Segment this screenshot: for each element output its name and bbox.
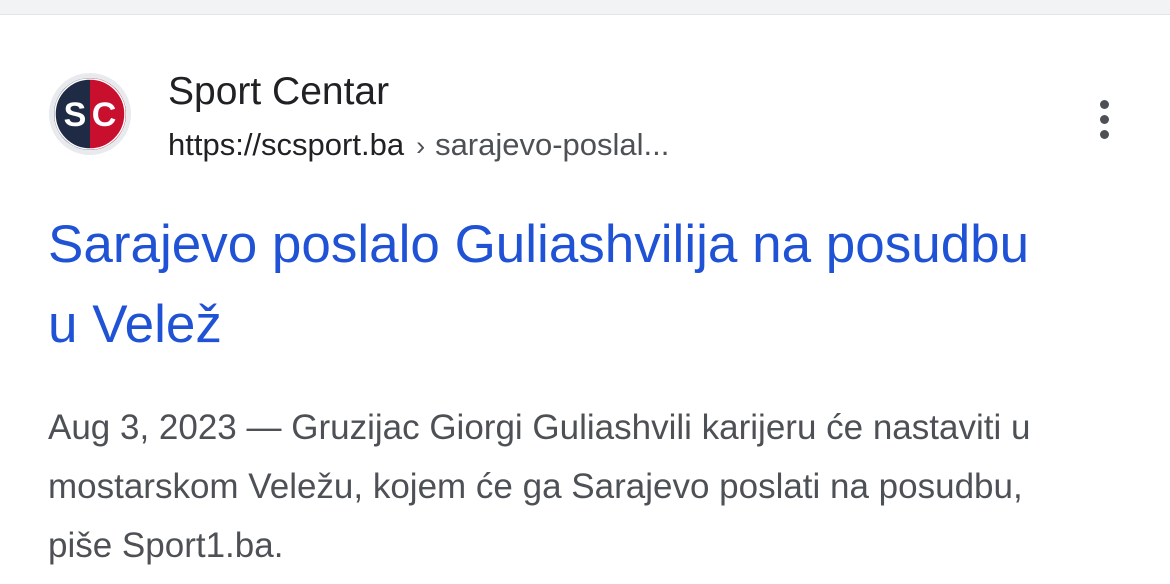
search-result: S C Sport Centar https://scsport.ba › sara…	[0, 15, 1170, 584]
breadcrumb-chevron-icon: ›	[416, 131, 426, 161]
url-domain: https://scsport.ba	[168, 127, 405, 162]
favicon-letter-s: S	[64, 96, 87, 134]
site-favicon[interactable]: S C	[49, 73, 131, 155]
more-vert-icon	[1099, 97, 1109, 142]
result-snippet: Aug 3, 2023 — Gruzijac Giorgi Guliashvil…	[48, 398, 1078, 575]
date-separator: —	[246, 408, 282, 447]
site-name[interactable]: Sport Centar	[168, 70, 389, 114]
url-path: sarajevo-poslal...	[435, 127, 670, 162]
top-divider	[0, 0, 1170, 15]
site-url[interactable]: https://scsport.ba › sarajevo-poslal...	[168, 126, 669, 165]
result-date: Aug 3, 2023	[48, 408, 237, 447]
result-title-link[interactable]: Sarajevo poslalo Guliashvilija na posudb…	[48, 205, 1048, 365]
sc-logo-icon: S C	[54, 78, 126, 150]
favicon-letter-c: C	[92, 96, 117, 134]
more-options-button[interactable]	[1080, 95, 1128, 143]
